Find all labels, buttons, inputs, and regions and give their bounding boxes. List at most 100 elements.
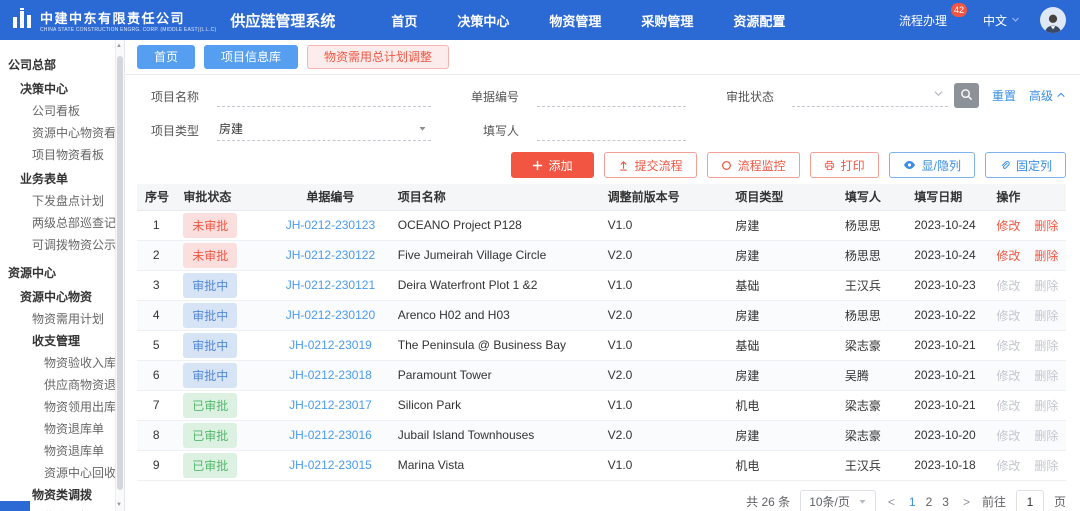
chevron-up-icon bbox=[1056, 89, 1066, 103]
doc-no-link[interactable]: JH-0212-23019 bbox=[289, 338, 372, 352]
status-cell: 审批中 bbox=[175, 270, 272, 301]
version-cell: V1.0 bbox=[599, 390, 728, 421]
column-header: 填写日期 bbox=[906, 184, 989, 211]
sidebar-item[interactable]: 物资需用计划 bbox=[0, 308, 124, 330]
delete-link[interactable]: 删除 bbox=[1034, 459, 1058, 473]
delete-link[interactable]: 删除 bbox=[1034, 219, 1058, 233]
edit-link[interactable]: 修改 bbox=[996, 369, 1020, 383]
doc-no-link[interactable]: JH-0212-230122 bbox=[286, 248, 375, 262]
tab[interactable]: 首页 bbox=[137, 45, 196, 69]
action-buttons: 添加 提交流程 流程监控 打印 显/隐列 固定列 bbox=[125, 149, 1080, 184]
edit-link[interactable]: 修改 bbox=[996, 399, 1020, 413]
sidebar-item[interactable]: 供应商物资退货单 bbox=[0, 374, 124, 396]
language-selector[interactable]: 中文 bbox=[983, 12, 1020, 29]
sidebar-item[interactable]: 资源中心物资 bbox=[0, 286, 124, 308]
reset-link[interactable]: 重置 bbox=[992, 87, 1016, 104]
next-page-button[interactable]: > bbox=[961, 495, 972, 509]
delete-link[interactable]: 删除 bbox=[1034, 429, 1058, 443]
page-number[interactable]: 3 bbox=[940, 495, 951, 509]
delete-link[interactable]: 删除 bbox=[1034, 399, 1058, 413]
delete-link[interactable]: 删除 bbox=[1034, 369, 1058, 383]
sidebar-item[interactable]: 收支管理 bbox=[0, 330, 124, 352]
sidebar-scrollbar[interactable]: ▲ ▼ bbox=[115, 40, 124, 511]
row-index-cell: 2 bbox=[137, 240, 176, 271]
nav-item[interactable]: 采购管理 bbox=[641, 11, 693, 30]
sidebar-item[interactable]: 下发盘点计划 bbox=[0, 190, 124, 212]
delete-link[interactable]: 删除 bbox=[1034, 249, 1058, 263]
nav-item[interactable]: 决策中心 bbox=[457, 11, 509, 30]
sidebar-item[interactable]: 物资验收入库单 bbox=[0, 352, 124, 374]
ops-cell: 修改 删除 bbox=[988, 420, 1066, 451]
sidebar-item[interactable]: 公司总部 bbox=[0, 54, 124, 76]
doc-no-link[interactable]: JH-0212-23018 bbox=[289, 368, 372, 382]
date-cell: 2023-10-18 bbox=[906, 450, 989, 481]
scroll-up-icon[interactable]: ▲ bbox=[115, 43, 123, 49]
sidebar-item[interactable]: 两级总部巡查记录 bbox=[0, 212, 124, 234]
doc-no-link[interactable]: JH-0212-23016 bbox=[289, 428, 372, 442]
project-name-input[interactable] bbox=[217, 85, 431, 107]
column-header: 审批状态 bbox=[175, 184, 272, 211]
edit-link[interactable]: 修改 bbox=[996, 339, 1020, 353]
date-cell: 2023-10-23 bbox=[906, 270, 989, 301]
edit-link[interactable]: 修改 bbox=[996, 459, 1020, 473]
sidebar-item[interactable]: 物资领用出库单 bbox=[0, 396, 124, 418]
pagination: 共 26 条 10条/页 < 123 > 前往 页 bbox=[125, 481, 1080, 511]
doc-no-link[interactable]: JH-0212-230121 bbox=[286, 278, 375, 292]
sidebar-item[interactable]: 资源中心 bbox=[0, 262, 124, 284]
delete-link[interactable]: 删除 bbox=[1034, 309, 1058, 323]
edit-link[interactable]: 修改 bbox=[996, 219, 1020, 233]
delete-link[interactable]: 删除 bbox=[1034, 339, 1058, 353]
nav-item[interactable]: 资源配置 bbox=[733, 11, 785, 30]
tab[interactable]: 物资需用总计划调整 bbox=[307, 45, 450, 69]
nav-item[interactable]: 首页 bbox=[391, 11, 417, 30]
page-number[interactable]: 2 bbox=[924, 495, 935, 509]
scroll-down-icon[interactable]: ▼ bbox=[115, 502, 123, 508]
filler-input[interactable] bbox=[537, 119, 686, 141]
edit-link[interactable]: 修改 bbox=[996, 309, 1020, 323]
prev-page-button[interactable]: < bbox=[886, 495, 897, 509]
user-avatar[interactable] bbox=[1040, 7, 1066, 33]
add-button[interactable]: 添加 bbox=[510, 152, 594, 178]
submit-process-button[interactable]: 提交流程 bbox=[603, 152, 697, 178]
sidebar-item[interactable]: 公司看板 bbox=[0, 100, 124, 122]
sidebar-item[interactable]: 资源中心物资看板 bbox=[0, 122, 124, 144]
tab[interactable]: 项目信息库 bbox=[204, 45, 299, 69]
doc-no-link[interactable]: JH-0212-23015 bbox=[289, 458, 372, 472]
delete-link[interactable]: 删除 bbox=[1034, 279, 1058, 293]
project-type-select[interactable]: 房建 bbox=[217, 119, 431, 141]
project-name-cell: OCEANO Project P128 bbox=[389, 210, 600, 241]
print-button[interactable]: 打印 bbox=[809, 152, 879, 178]
notification-count-badge: 42 bbox=[950, 2, 967, 17]
fix-columns-button[interactable]: 固定列 bbox=[984, 152, 1066, 178]
page-size-select[interactable]: 10条/页 bbox=[800, 489, 876, 511]
sidebar-item[interactable]: 物资退库单 bbox=[0, 440, 124, 462]
status-badge: 未审批 bbox=[183, 242, 238, 268]
scrollbar-thumb[interactable] bbox=[117, 56, 123, 490]
approval-status-select[interactable] bbox=[792, 85, 948, 107]
nav-item[interactable]: 物资管理 bbox=[549, 11, 601, 30]
sidebar-item[interactable]: 物资退库单 bbox=[0, 418, 124, 440]
show-hide-columns-button[interactable]: 显/隐列 bbox=[888, 152, 975, 178]
advanced-link[interactable]: 高级 bbox=[1029, 87, 1066, 104]
search-button[interactable] bbox=[953, 83, 979, 108]
goto-page-input[interactable] bbox=[1015, 489, 1044, 511]
process-handling-link[interactable]: 流程办理 42 bbox=[899, 2, 967, 29]
edit-link[interactable]: 修改 bbox=[996, 429, 1020, 443]
sidebar-item[interactable]: 项目物资看板 bbox=[0, 144, 124, 166]
sidebar-item[interactable]: 决策中心 bbox=[0, 78, 124, 100]
button-label: 添加 bbox=[548, 158, 573, 173]
ops-cell: 修改 删除 bbox=[988, 390, 1066, 421]
doc-no-link[interactable]: JH-0212-230120 bbox=[286, 308, 375, 322]
process-monitor-button[interactable]: 流程监控 bbox=[706, 152, 800, 178]
edit-link[interactable]: 修改 bbox=[996, 279, 1020, 293]
sidebar-item[interactable]: 业务表单 bbox=[0, 168, 124, 190]
date-cell: 2023-10-21 bbox=[906, 330, 989, 361]
page-number[interactable]: 1 bbox=[907, 495, 918, 509]
doc-no-link[interactable]: JH-0212-230123 bbox=[286, 218, 375, 232]
sidebar-item[interactable]: 资源中心回收 bbox=[0, 462, 124, 484]
edit-link[interactable]: 修改 bbox=[996, 249, 1020, 263]
doc-no-link[interactable]: JH-0212-23017 bbox=[289, 398, 372, 412]
status-cell: 审批中 bbox=[175, 360, 272, 391]
sidebar-item[interactable]: 可调拨物资公示 bbox=[0, 234, 124, 256]
doc-no-input[interactable] bbox=[537, 85, 686, 107]
